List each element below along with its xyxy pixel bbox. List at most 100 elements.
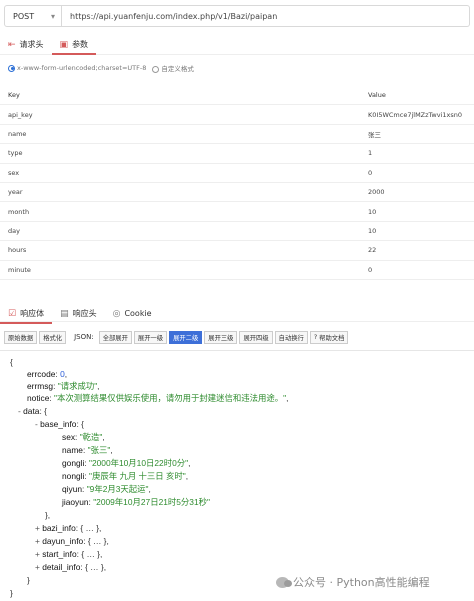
wechat-icon: [276, 576, 292, 588]
json-line-jiaoyun: jiaoyun: "2009年10月27日21时5分31秒": [62, 497, 210, 507]
param-value[interactable]: 10: [365, 208, 474, 216]
param-key[interactable]: sex: [0, 169, 365, 177]
param-value[interactable]: 22: [365, 246, 474, 254]
json-key: detail_info: [42, 562, 81, 572]
param-value[interactable]: 2000: [365, 188, 474, 196]
params-table: Key Value api_key K0I5WCmce7jlMZzTwvi1xsn…: [0, 86, 474, 280]
param-key[interactable]: month: [0, 208, 365, 216]
json-string: "9年2月3天起运": [86, 484, 149, 494]
param-key[interactable]: type: [0, 149, 365, 157]
param-key[interactable]: day: [0, 227, 365, 235]
watermark: 公众号 · Python高性能编程: [276, 574, 430, 590]
json-close-root: }: [10, 588, 13, 598]
param-key[interactable]: hours: [0, 246, 365, 254]
format-button[interactable]: 格式化: [39, 330, 67, 344]
json-key: errmsg: [27, 381, 54, 391]
url-value: https://api.yuanfenju.com/index.php/v1/B…: [70, 11, 278, 21]
expand-level-2-button[interactable]: 展开二级: [169, 330, 203, 344]
json-open-brace: {: [10, 357, 13, 367]
collapsed-object[interactable]: { … }: [85, 562, 104, 572]
response-tabs: ☑ 响应体 ▤ 响应头 ◎ Cookie: [0, 304, 474, 324]
json-string: "2000年10月10日22时0分": [89, 458, 189, 468]
json-close-data: }: [27, 575, 30, 585]
param-key[interactable]: api_key: [0, 111, 365, 119]
tab-params[interactable]: ▣ 参数: [51, 35, 97, 55]
json-line-bazi-info[interactable]: + bazi_info: { … },: [35, 522, 101, 534]
method-select[interactable]: POST ▾: [4, 5, 62, 27]
radio-urlencoded[interactable]: x-www-form-urlencoded;charset=UTF-8: [8, 64, 146, 72]
param-value[interactable]: 0: [365, 169, 474, 177]
table-row[interactable]: hours 22: [0, 241, 474, 261]
json-key: nongli: [62, 471, 85, 481]
json-key: data: [23, 406, 40, 416]
key-header: Key: [8, 91, 20, 100]
param-key[interactable]: name: [0, 130, 365, 138]
collapsed-object[interactable]: { … }: [81, 549, 100, 559]
expand-level-4-button[interactable]: 展开四级: [239, 330, 273, 344]
json-key: errcode: [27, 369, 56, 379]
json-line-name: name: "张三",: [62, 445, 113, 455]
json-line-dayun-info[interactable]: + dayun_info: { … },: [35, 535, 109, 547]
tab-response-headers-label: 响应头: [72, 309, 97, 318]
request-tabs: ⇤ 请求头 ▣ 参数: [0, 35, 474, 55]
response-body-icon: ☑: [8, 308, 17, 319]
table-row[interactable]: minute 0: [0, 261, 474, 280]
tab-headers[interactable]: ⇤ 请求头: [0, 35, 52, 54]
params-header-row: Key Value: [0, 86, 474, 106]
param-key[interactable]: year: [0, 188, 365, 196]
json-string: "请求成功": [57, 381, 98, 391]
table-row[interactable]: type 1: [0, 144, 474, 164]
url-input[interactable]: https://api.yuanfenju.com/index.php/v1/B…: [62, 5, 470, 27]
table-row[interactable]: sex 0: [0, 164, 474, 183]
tab-response-headers[interactable]: ▤ 响应头: [52, 304, 105, 323]
json-line-start-info[interactable]: + start_info: { … },: [35, 548, 102, 560]
json-line-errcode: errcode: 0,: [27, 369, 68, 379]
json-line-data[interactable]: - data: {: [18, 405, 47, 417]
json-key: sex: [62, 432, 76, 442]
table-row[interactable]: month 10: [0, 202, 474, 222]
param-value[interactable]: 张三: [365, 129, 474, 139]
param-value[interactable]: K0I5WCmce7jlMZzTwvi1xsn0: [365, 111, 474, 119]
collapsed-object[interactable]: { … }: [80, 523, 99, 533]
tab-cookie-label: Cookie: [124, 309, 152, 318]
chevron-down-icon: ▾: [50, 12, 55, 21]
json-line-base-info[interactable]: - base_info: {: [35, 418, 84, 430]
table-row[interactable]: year 2000: [0, 183, 474, 203]
radio-custom[interactable]: 自定义格式: [152, 63, 194, 73]
param-value[interactable]: 0: [365, 266, 474, 274]
json-line-detail-info[interactable]: + detail_info: { … },: [35, 561, 106, 573]
expand-level-3-button[interactable]: 展开三级: [204, 330, 238, 344]
auto-wrap-button[interactable]: 自动换行: [274, 330, 308, 344]
help-icon: ?: [313, 333, 318, 341]
json-key: bazi_info: [42, 523, 76, 533]
json-viewer: { errcode: 0, errmsg: "请求成功", notice: "本…: [0, 350, 474, 601]
request-bar: POST ▾ https://api.yuanfenju.com/index.p…: [4, 5, 470, 27]
table-row[interactable]: api_key K0I5WCmce7jlMZzTwvi1xsn0: [0, 105, 474, 125]
json-string: "张三": [87, 445, 111, 455]
expand-all-button[interactable]: 全部展开: [98, 330, 132, 344]
cookie-icon: ◎: [112, 308, 121, 319]
json-line-errmsg: errmsg: "请求成功",: [27, 381, 100, 391]
radio-custom-label: 自定义格式: [161, 65, 194, 73]
raw-data-button[interactable]: 原始数据: [4, 330, 38, 344]
param-value[interactable]: 10: [365, 227, 474, 235]
param-value[interactable]: 1: [365, 149, 474, 157]
table-row[interactable]: day 10: [0, 222, 474, 242]
collapsed-object[interactable]: { … }: [88, 536, 107, 546]
expand-level-1-button[interactable]: 展开一级: [133, 330, 168, 344]
table-row[interactable]: name 张三: [0, 125, 474, 145]
help-button[interactable]: ? 帮助文档: [309, 330, 349, 344]
json-key: name: [62, 445, 83, 455]
tab-response-body[interactable]: ☑ 响应体: [0, 304, 53, 324]
method-value: POST: [13, 11, 35, 21]
tab-params-label: 参数: [72, 40, 89, 49]
json-key: dayun_info: [42, 536, 84, 546]
json-key: start_info: [42, 549, 77, 559]
json-toolbar: 原始数据 格式化 JSON: 全部展开 展开一级 展开二级 展开三级 展开四级 …: [4, 330, 349, 344]
params-icon: ▣: [59, 39, 69, 50]
tab-response-body-label: 响应体: [20, 309, 45, 318]
param-key[interactable]: minute: [0, 266, 365, 274]
tab-cookie[interactable]: ◎ Cookie: [105, 304, 160, 323]
watermark-text: 公众号 · Python高性能编程: [293, 576, 430, 589]
json-close-base-info: },: [45, 510, 51, 520]
